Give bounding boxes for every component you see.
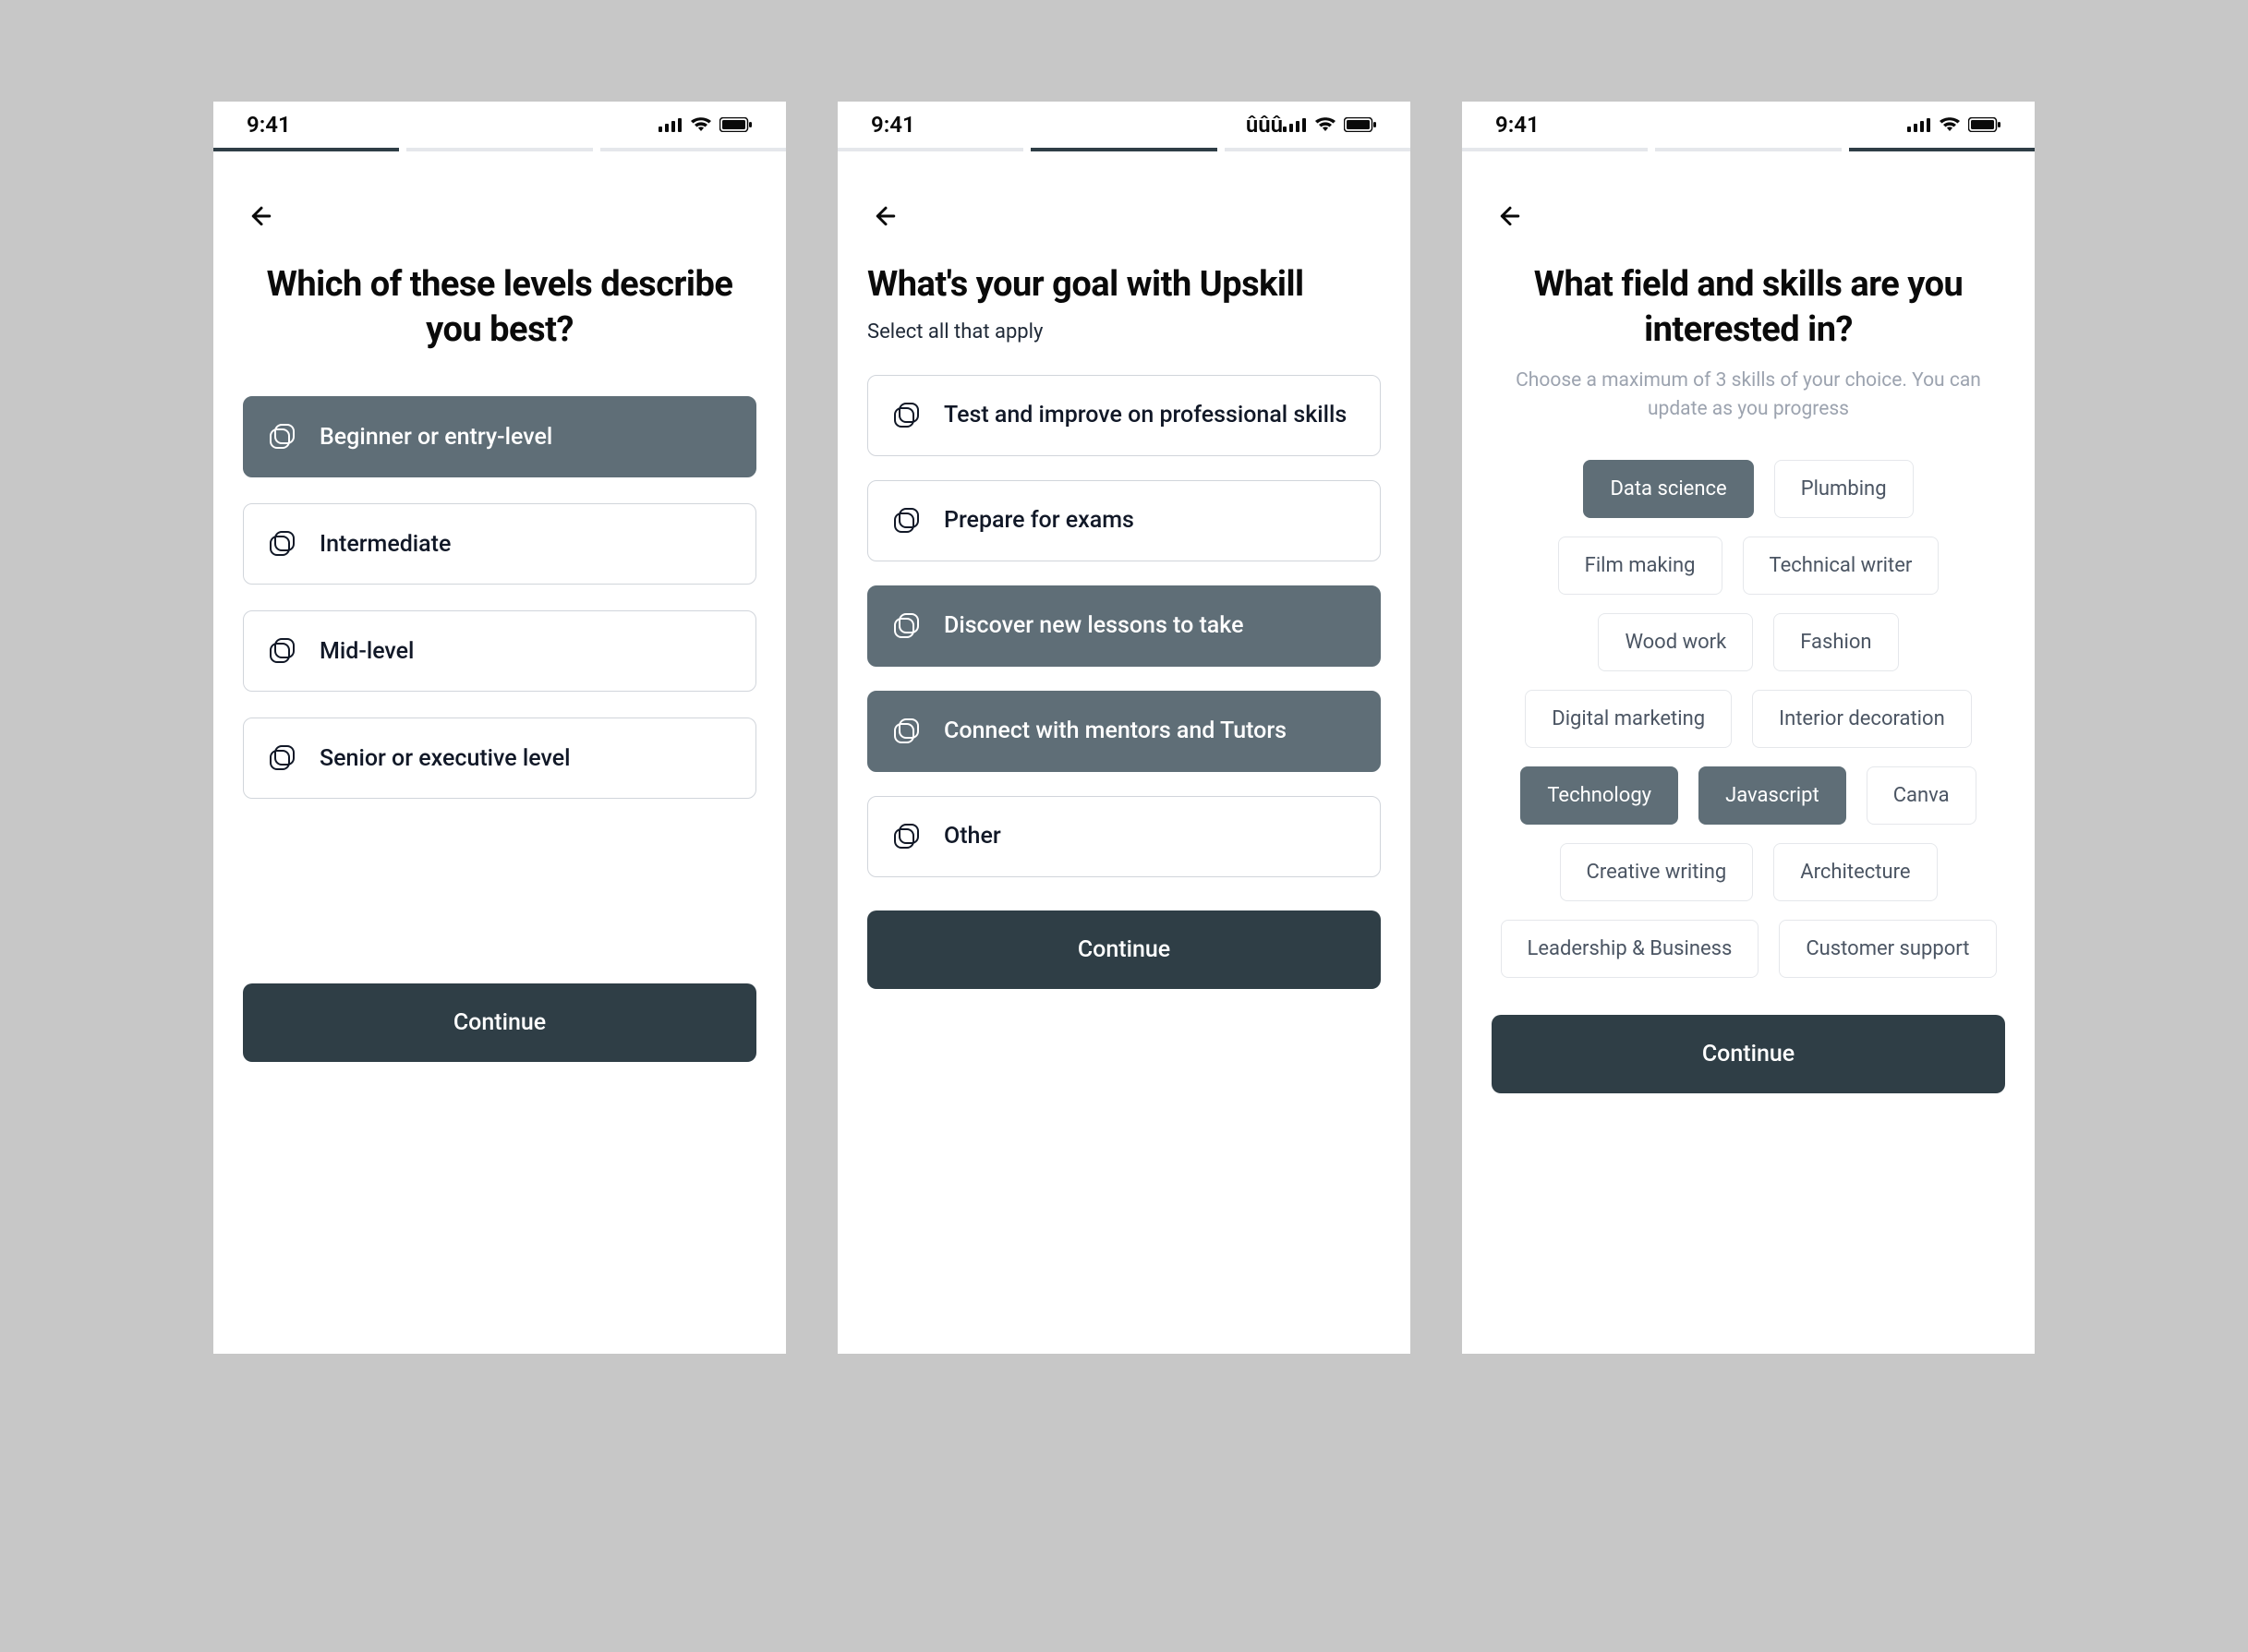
status-right	[659, 112, 753, 138]
option-label: Connect with mentors and Tutors	[944, 717, 1356, 744]
goal-option-discover-lessons[interactable]: Discover new lessons to take	[867, 585, 1381, 667]
level-option-intermediate[interactable]: Intermediate	[243, 503, 756, 585]
skill-chip-leadership-business[interactable]: Leadership & Business	[1501, 920, 1759, 978]
page-title: What's your goal with Upskill	[867, 262, 1381, 307]
arrow-left-icon	[248, 202, 275, 230]
skill-chip-group: Data science Plumbing Film making Techni…	[1492, 460, 2005, 978]
goal-option-other[interactable]: Other	[867, 796, 1381, 877]
progress-step-1	[838, 148, 1023, 151]
goal-option-mentors[interactable]: Connect with mentors and Tutors	[867, 691, 1381, 772]
progress-step-3	[1849, 148, 2035, 151]
continue-button[interactable]: Continue	[867, 910, 1381, 989]
squircle-icon	[268, 744, 296, 772]
skill-chip-technical-writer[interactable]: Technical writer	[1743, 537, 1940, 595]
progress-step-1	[1462, 148, 1648, 151]
option-label: Intermediate	[320, 531, 731, 558]
back-button[interactable]	[1492, 198, 1529, 235]
progress-step-2	[1655, 148, 1841, 151]
onboarding-screen-skills: 9:41 What field and skills are you inter…	[1462, 102, 2035, 1354]
wifi-icon	[1314, 112, 1336, 138]
progress-step-1	[213, 148, 399, 151]
continue-button[interactable]: Continue	[243, 983, 756, 1062]
progress-step-2	[406, 148, 592, 151]
option-label: Mid-level	[320, 638, 731, 665]
cellular-icon	[659, 112, 683, 138]
skill-chip-customer-support[interactable]: Customer support	[1779, 920, 1996, 978]
squircle-icon	[892, 507, 920, 535]
skill-chip-plumbing[interactable]: Plumbing	[1774, 460, 1914, 518]
skill-chip-data-science[interactable]: Data science	[1583, 460, 1753, 518]
squircle-icon	[892, 612, 920, 640]
option-label: Other	[944, 823, 1356, 850]
skill-chip-fashion[interactable]: Fashion	[1773, 613, 1898, 671]
status-bar: 9:41	[213, 102, 786, 148]
progress-step-3	[600, 148, 786, 151]
squircle-icon	[268, 530, 296, 558]
skill-chip-javascript[interactable]: Javascript	[1698, 766, 1846, 825]
squircle-icon	[892, 402, 920, 429]
option-label: Test and improve on professional skills	[944, 402, 1356, 428]
option-label: Beginner or entry-level	[320, 424, 731, 451]
option-label: Prepare for exams	[944, 507, 1356, 534]
squircle-icon	[892, 823, 920, 850]
back-button[interactable]	[867, 198, 904, 235]
onboarding-screen-goal: 9:41 ûûû What's your goal with Upskill S…	[838, 102, 1410, 1354]
page-subtitle: Select all that apply	[867, 320, 1381, 344]
cellular-icon	[1907, 112, 1931, 138]
level-option-beginner[interactable]: Beginner or entry-level	[243, 396, 756, 477]
status-right	[1907, 112, 2001, 138]
progress-step-2	[1031, 148, 1216, 151]
battery-icon	[1344, 112, 1377, 138]
battery-icon	[1968, 112, 2001, 138]
status-time: 9:41	[871, 112, 915, 138]
page-subtitle: Choose a maximum of 3 skills of your cho…	[1492, 367, 2005, 423]
skill-chip-creative-writing[interactable]: Creative writing	[1560, 843, 1754, 901]
skill-chip-film-making[interactable]: Film making	[1558, 537, 1722, 595]
arrow-left-icon	[872, 202, 900, 230]
squircle-icon	[268, 637, 296, 665]
cellular-icon: ûûû	[1246, 112, 1307, 138]
arrow-left-icon	[1496, 202, 1524, 230]
progress-step-3	[1225, 148, 1410, 151]
skill-chip-digital-marketing[interactable]: Digital marketing	[1525, 690, 1732, 748]
option-label: Senior or executive level	[320, 745, 731, 772]
continue-button[interactable]: Continue	[1492, 1015, 2005, 1093]
level-option-senior[interactable]: Senior or executive level	[243, 717, 756, 799]
skill-chip-canva[interactable]: Canva	[1867, 766, 1976, 825]
level-option-midlevel[interactable]: Mid-level	[243, 610, 756, 692]
skill-chip-architecture[interactable]: Architecture	[1773, 843, 1937, 901]
skill-chip-interior-decoration[interactable]: Interior decoration	[1752, 690, 1972, 748]
battery-icon	[719, 112, 753, 138]
wifi-icon	[1939, 112, 1961, 138]
goal-option-exams[interactable]: Prepare for exams	[867, 480, 1381, 561]
skill-chip-wood-work[interactable]: Wood work	[1598, 613, 1753, 671]
skill-chip-technology[interactable]: Technology	[1520, 766, 1678, 825]
goal-option-test-improve[interactable]: Test and improve on professional skills	[867, 375, 1381, 456]
status-right: ûûû	[1246, 112, 1377, 138]
status-time: 9:41	[1495, 112, 1540, 138]
squircle-icon	[268, 423, 296, 451]
page-title: What field and skills are you interested…	[1492, 262, 2005, 352]
status-time: 9:41	[247, 112, 291, 138]
squircle-icon	[892, 717, 920, 745]
status-bar: 9:41 ûûû	[838, 102, 1410, 148]
page-title: Which of these levels describe you best?	[243, 262, 756, 352]
option-label: Discover new lessons to take	[944, 612, 1356, 639]
wifi-icon	[690, 112, 712, 138]
onboarding-screen-level: 9:41 Which of these levels describe you …	[213, 102, 786, 1354]
back-button[interactable]	[243, 198, 280, 235]
status-bar: 9:41	[1462, 102, 2035, 148]
